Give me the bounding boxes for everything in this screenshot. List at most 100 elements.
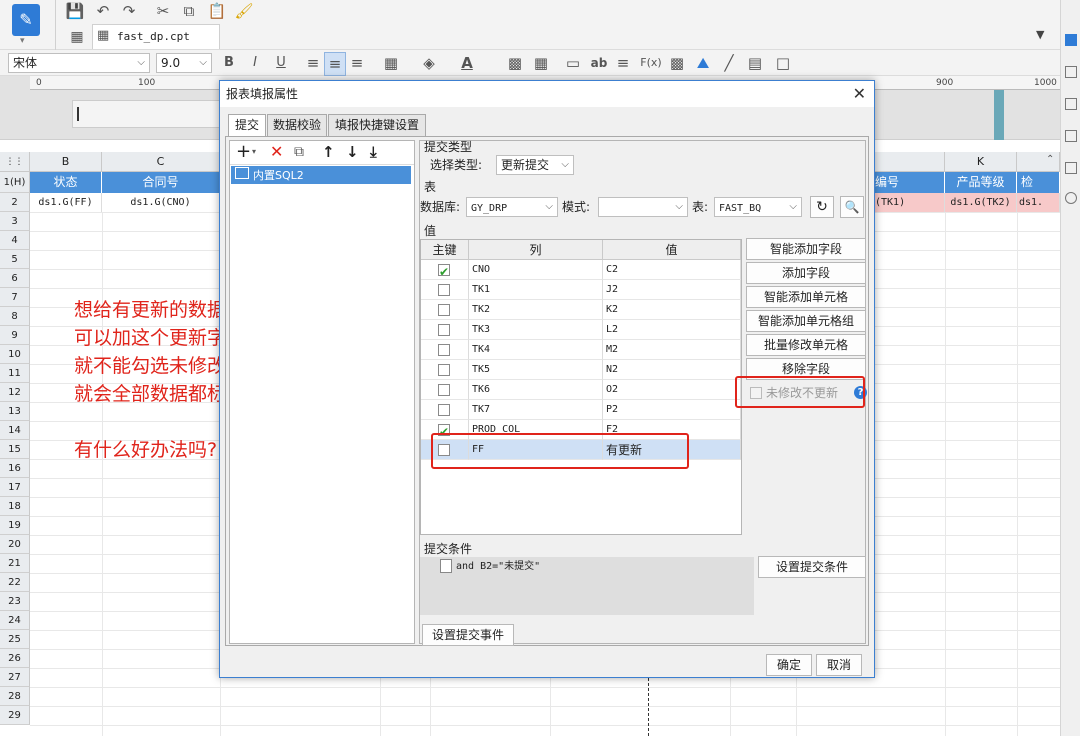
column-name-cell[interactable]: TK5 (469, 360, 603, 380)
row-header[interactable]: 29 (0, 706, 30, 725)
bold-button[interactable]: B (218, 52, 240, 74)
header-cell-contract[interactable]: 合同号 (102, 172, 220, 193)
data-cell-j2[interactable]: (TK1) (873, 193, 945, 213)
header-cell-check[interactable]: 检 (1017, 172, 1060, 193)
hyperlink-icon[interactable] (1065, 162, 1077, 174)
column-header-column[interactable]: 列 (469, 240, 603, 260)
row-header[interactable]: 24 (0, 611, 30, 630)
file-tab[interactable]: ▦ fast_dp.cpt (92, 24, 220, 49)
row-header[interactable]: 28 (0, 687, 30, 706)
database-select[interactable]: GY_DRP ⌵ (466, 197, 558, 217)
column-header-b[interactable]: B (30, 152, 102, 172)
set-condition-button[interactable]: 设置提交条件 (758, 556, 866, 578)
ok-button[interactable]: 确定 (766, 654, 812, 676)
slash-icon[interactable]: ╱ (718, 52, 740, 74)
row-header[interactable]: 10 (0, 345, 30, 364)
logo-dropdown-icon[interactable]: ▾ (20, 36, 25, 46)
row-header[interactable]: 18 (0, 497, 30, 516)
row-header[interactable]: 16 (0, 459, 30, 478)
row-header[interactable]: 6 (0, 269, 30, 288)
field-row[interactable]: TK4 M2 (421, 340, 741, 360)
row-header[interactable]: 21 (0, 554, 30, 573)
move-bottom-icon[interactable]: ⤓ (370, 141, 377, 163)
set-event-button[interactable]: 设置提交事件 (422, 624, 514, 646)
row-header[interactable]: 23 (0, 592, 30, 611)
primary-key-checkbox[interactable] (438, 344, 450, 356)
underline-button[interactable]: U (270, 52, 292, 74)
field-row[interactable]: TK6 O2 (421, 380, 741, 400)
row-header[interactable]: 20 (0, 535, 30, 554)
row-header[interactable]: 4 (0, 231, 30, 250)
cancel-button[interactable]: 取消 (816, 654, 862, 676)
value-cell[interactable]: P2 (603, 400, 741, 420)
value-cell[interactable]: K2 (603, 300, 741, 320)
data-cell-b2[interactable]: ds1.G(FF) (30, 193, 102, 213)
field-row[interactable]: TK2 K2 (421, 300, 741, 320)
row-header[interactable]: 5 (0, 250, 30, 269)
save-icon[interactable]: 💾 (64, 0, 86, 22)
align-center-icon[interactable]: ≡ (324, 52, 346, 76)
panel-menu-icon[interactable]: ▼ (1036, 28, 1044, 41)
column-header-key[interactable]: 主键 (421, 240, 469, 260)
tab-data-validation[interactable]: 数据校验 (267, 114, 327, 136)
widget-setting-icon[interactable] (1065, 130, 1077, 142)
collapse-icon[interactable]: ⌃ (1046, 154, 1054, 165)
row-header[interactable]: 25 (0, 630, 30, 649)
chart-icon[interactable]: ▩ (666, 52, 688, 74)
delete-icon[interactable]: ✕ (270, 141, 283, 163)
row-header[interactable]: 14 (0, 421, 30, 440)
primary-key-checkbox[interactable] (438, 262, 450, 282)
header-cell-code[interactable]: 编号 (873, 172, 945, 193)
cell-element-icon[interactable] (1065, 66, 1077, 78)
font-family-select[interactable]: 宋体 ⌵ (8, 53, 150, 73)
split-cell-icon[interactable]: ▦ (530, 52, 552, 74)
align-left-icon[interactable]: ≡ (302, 52, 324, 74)
column-header-value[interactable]: 值 (603, 240, 741, 260)
app-logo-icon[interactable]: ✎ (12, 4, 40, 36)
grid-view-icon[interactable]: ▦ (64, 26, 90, 48)
redo-icon[interactable]: ↷ (118, 0, 140, 22)
field-row[interactable]: TK7 P2 (421, 400, 741, 420)
column-name-cell[interactable]: TK7 (469, 400, 603, 420)
batch-edit-cell-button[interactable]: 批量修改单元格 (746, 334, 866, 356)
format-painter-icon[interactable]: 🖌 (233, 0, 255, 22)
formula-icon[interactable]: F(x) (638, 52, 664, 74)
image-icon[interactable]: ⛰ (692, 52, 714, 74)
row-header[interactable]: 3 (0, 212, 30, 231)
undo-icon[interactable]: ↶ (92, 0, 114, 22)
chevron-down-icon[interactable]: ▾ (252, 147, 256, 156)
subreport-icon[interactable]: ▤ (744, 52, 766, 74)
value-cell[interactable]: L2 (603, 320, 741, 340)
row-header[interactable]: 2 (0, 193, 30, 212)
schema-select[interactable]: ⌵ (598, 197, 688, 217)
list-item-sql[interactable]: 内置SQL2 (231, 166, 411, 184)
header-cell-status[interactable]: 状态 (30, 172, 102, 193)
dialog-title-bar[interactable]: 报表填报属性 ✕ (220, 81, 874, 107)
condition-icon[interactable] (1065, 98, 1077, 110)
font-size-select[interactable]: 9.0 ⌵ (156, 53, 212, 73)
add-icon[interactable]: + (236, 141, 251, 163)
cell-property-icon[interactable] (1065, 34, 1077, 46)
submit-type-select[interactable]: 更新提交 ⌵ (496, 155, 574, 175)
data-cell-l2[interactable]: ds1. (1017, 193, 1060, 213)
copy-icon[interactable]: ⧉ (294, 141, 304, 163)
value-cell[interactable]: J2 (603, 280, 741, 300)
field-row[interactable]: CNOC2 (421, 260, 741, 282)
column-name-cell[interactable]: TK2 (469, 300, 603, 320)
border-icon[interactable]: ▦ (380, 52, 402, 74)
data-cell-c2[interactable]: ds1.G(CNO) (102, 193, 220, 213)
fill-color-icon[interactable]: ◈ (418, 52, 440, 74)
primary-key-checkbox[interactable] (438, 284, 450, 296)
primary-key-checkbox[interactable] (438, 364, 450, 376)
smart-add-cell-button[interactable]: 智能添加单元格 (746, 286, 866, 308)
data-cell-k2[interactable]: ds1.G(TK2) (945, 193, 1017, 213)
value-cell[interactable]: N2 (603, 360, 741, 380)
text-field-icon[interactable]: ▭ (562, 52, 584, 74)
row-header[interactable]: 9 (0, 326, 30, 345)
column-name-cell[interactable]: CNO (469, 260, 603, 280)
row-header[interactable]: 27 (0, 668, 30, 687)
align-right-icon[interactable]: ≡ (346, 52, 368, 74)
page-boundary-marker[interactable] (994, 90, 1004, 140)
text-icon[interactable]: ab (588, 52, 610, 74)
smart-add-field-button[interactable]: 智能添加字段 (746, 238, 866, 260)
